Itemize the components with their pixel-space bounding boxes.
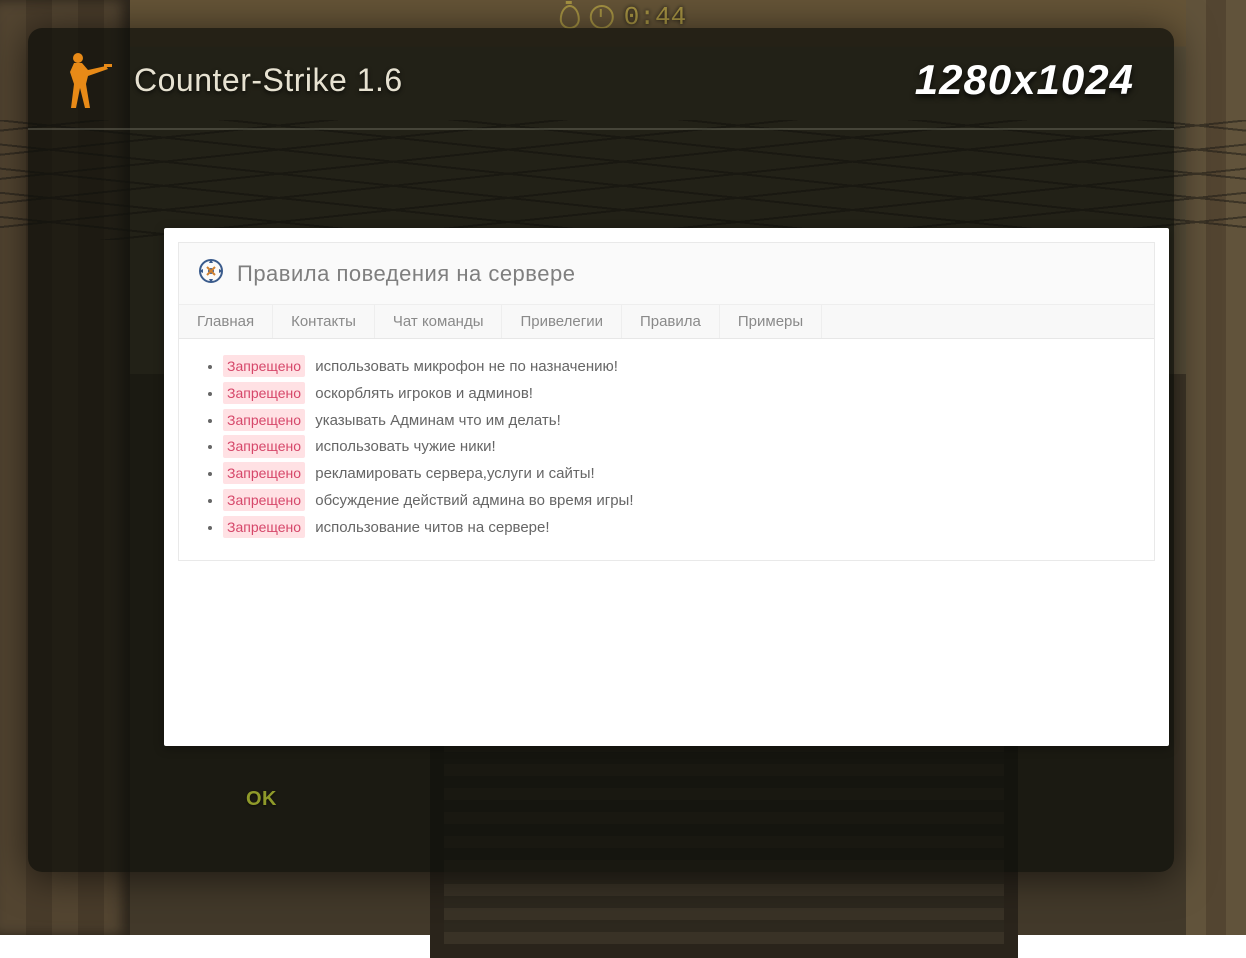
tab-home[interactable]: Главная xyxy=(179,305,273,338)
tab-chat-cmds[interactable]: Чат команды xyxy=(375,305,503,338)
overlay-title: Counter-Strike 1.6 xyxy=(134,62,403,99)
tab-rules[interactable]: Правила xyxy=(622,305,720,338)
forbidden-badge: Запрещено xyxy=(223,409,305,431)
forbidden-badge: Запрещено xyxy=(223,489,305,511)
rule-item: Запрещено указывать Админам что им делат… xyxy=(223,407,1134,434)
rule-text: рекламировать сервера,услуги и сайты! xyxy=(311,465,595,482)
panel-title: Правила поведения на сервере xyxy=(237,261,575,287)
rule-item: Запрещено использование читов на сервере… xyxy=(223,514,1134,541)
rule-item: Запрещено использовать микрофон не по на… xyxy=(223,353,1134,380)
rule-item: Запрещено обсуждение действий админа во … xyxy=(223,487,1134,514)
clock-icon xyxy=(590,5,614,29)
compass-icon xyxy=(197,257,225,290)
forbidden-badge: Запрещено xyxy=(223,435,305,457)
stopwatch-icon xyxy=(560,5,580,29)
rule-item: Запрещено использовать чужие ники! xyxy=(223,433,1134,460)
rule-text: оскорблять игроков и админов! xyxy=(311,385,533,402)
rule-text: обсуждение действий админа во время игры… xyxy=(311,492,633,509)
ok-button[interactable]: OK xyxy=(246,788,277,811)
rule-text: использование читов на сервере! xyxy=(311,519,549,536)
tab-examples[interactable]: Примеры xyxy=(720,305,822,338)
cs-logo-icon xyxy=(58,50,112,110)
panel-header: Правила поведения на сервере xyxy=(179,243,1154,305)
forbidden-badge: Запрещено xyxy=(223,462,305,484)
motd-overlay: Counter-Strike 1.6 1280x1024 Правила пов… xyxy=(28,28,1174,872)
motd-panel: Правила поведения на сервере Главная Кон… xyxy=(164,228,1169,746)
panel-tabs: Главная Контакты Чат команды Привелегии … xyxy=(179,305,1154,339)
rule-text: использовать чужие ники! xyxy=(311,438,496,455)
overlay-header: Counter-Strike 1.6 1280x1024 xyxy=(28,28,1174,130)
rule-text: использовать микрофон не по назначению! xyxy=(311,358,618,375)
rule-item: Запрещено рекламировать сервера,услуги и… xyxy=(223,460,1134,487)
forbidden-badge: Запрещено xyxy=(223,516,305,538)
overlay-resolution: 1280x1024 xyxy=(915,56,1134,104)
rule-text: указывать Админам что им делать! xyxy=(311,412,561,429)
forbidden-badge: Запрещено xyxy=(223,355,305,377)
forbidden-badge: Запрещено xyxy=(223,382,305,404)
tab-privileges[interactable]: Привелегии xyxy=(502,305,621,338)
rule-item: Запрещено оскорблять игроков и админов! xyxy=(223,380,1134,407)
tab-contacts[interactable]: Контакты xyxy=(273,305,375,338)
rules-list: Запрещено использовать микрофон не по на… xyxy=(179,339,1154,560)
